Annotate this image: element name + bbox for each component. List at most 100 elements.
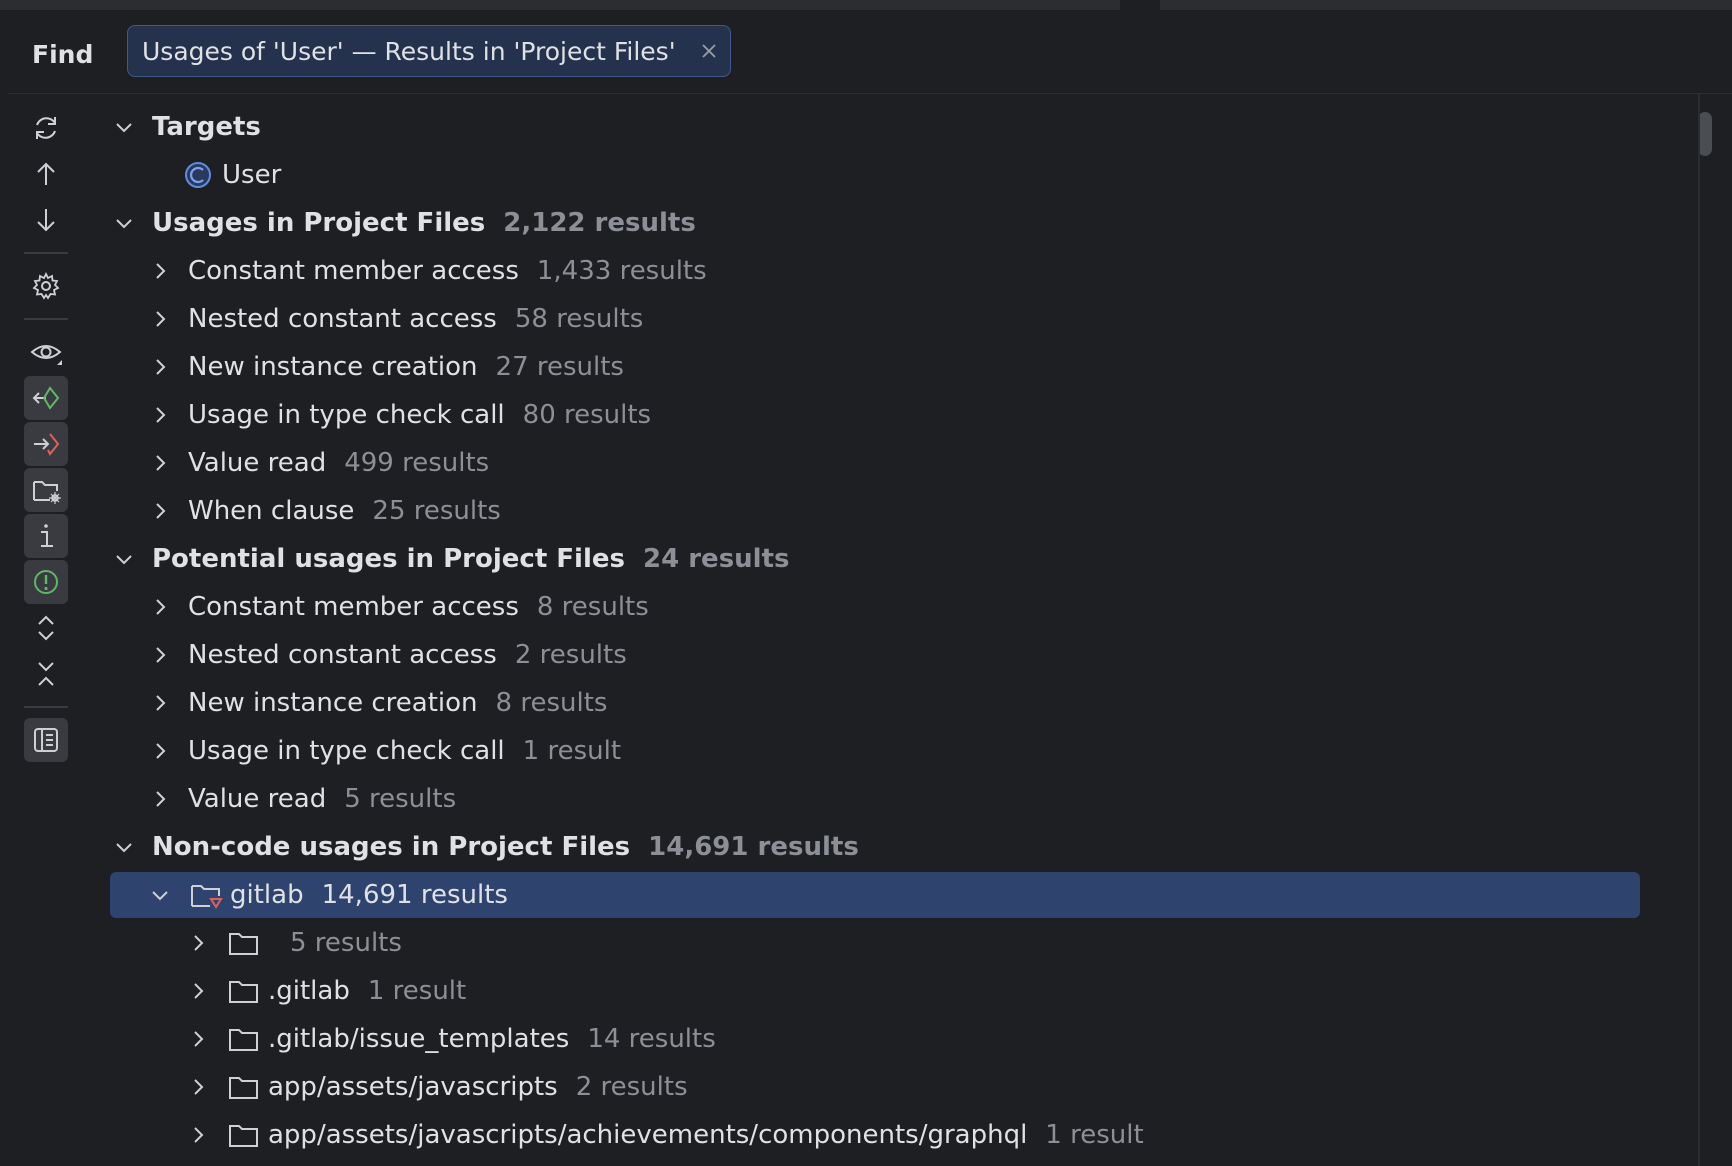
chevron-down-icon[interactable]	[114, 117, 134, 137]
node-label: app/assets/javascripts/achievements/comp…	[268, 1120, 1028, 1150]
chevron-right-icon[interactable]	[150, 693, 170, 713]
tree-node-folder[interactable]: .gitlab/issue_templates 14 results	[188, 1016, 1680, 1062]
previous-occurrence-button[interactable]	[24, 152, 68, 196]
folder-icon	[229, 1077, 258, 1099]
rerun-button[interactable]	[24, 106, 68, 150]
node-count: 8 results	[536, 592, 649, 622]
chevron-right-icon[interactable]	[150, 357, 170, 377]
node-count: 499 results	[344, 448, 490, 478]
tool-window-header: Find Usages of 'User' — Results in 'Proj…	[8, 12, 1732, 94]
chevron-right-icon[interactable]	[150, 453, 170, 473]
chevron-down-icon[interactable]	[114, 213, 134, 233]
chevron-right-icon[interactable]	[188, 1029, 208, 1049]
chevron-right-icon[interactable]	[150, 309, 170, 329]
read-access-toggle[interactable]	[24, 376, 68, 420]
folder-settings-icon	[33, 481, 61, 504]
group-by-directory-toggle[interactable]	[24, 468, 68, 512]
vertical-scrollbar[interactable]	[1698, 112, 1712, 156]
tree-node-usage-group[interactable]: Usage in type check call 80 results	[150, 392, 1680, 438]
tree-node-usage-group[interactable]: Value read 5 results	[150, 776, 1680, 822]
warning-circle-icon	[34, 570, 58, 594]
tree-node-usage-group[interactable]: Nested constant access 2 results	[150, 632, 1680, 678]
chevron-right-icon[interactable]	[188, 933, 208, 953]
node-label: Non-code usages in Project Files	[152, 832, 631, 862]
tree-node-usage-group[interactable]: New instance creation 8 results	[150, 680, 1680, 726]
node-label: .gitlab/issue_templates	[268, 1024, 570, 1054]
node-count: 1 result	[367, 976, 467, 1006]
node-label: Value read	[188, 784, 327, 814]
eye-icon	[30, 345, 62, 365]
tree-node-module-gitlab[interactable]: gitlab 14,691 results	[110, 872, 1640, 918]
tree-node-usage-group[interactable]: Usage in type check call 1 result	[150, 728, 1680, 774]
close-icon[interactable]	[700, 42, 718, 60]
node-count: 14 results	[587, 1024, 716, 1054]
usages-tab[interactable]: Usages of 'User' — Results in 'Project F…	[127, 25, 731, 77]
chevron-right-icon[interactable]	[150, 789, 170, 809]
tool-window-title: Find	[32, 40, 94, 69]
preview-button[interactable]	[24, 330, 68, 374]
chevron-down-icon[interactable]	[114, 549, 134, 569]
settings-button[interactable]	[24, 264, 68, 308]
read-access-icon	[32, 386, 60, 410]
node-count: 14,691 results	[321, 880, 508, 910]
node-count: 24 results	[643, 544, 790, 574]
chevron-right-icon[interactable]	[150, 645, 170, 665]
show-potential-toggle[interactable]	[24, 560, 68, 604]
node-label: Usage in type check call	[188, 736, 505, 766]
node-label: .gitlab	[268, 976, 350, 1006]
tree-node-usages[interactable]: Usages in Project Files 2,122 results	[114, 200, 1654, 246]
node-label: User	[222, 160, 282, 190]
chevron-right-icon[interactable]	[150, 597, 170, 617]
expand-all-button[interactable]	[24, 606, 68, 650]
node-count: 2 results	[575, 1072, 688, 1102]
chevron-right-icon[interactable]	[188, 981, 208, 1001]
chevron-down-icon[interactable]	[150, 885, 170, 905]
folder-icon	[229, 981, 258, 1003]
tree-node-non-code-usages[interactable]: Non-code usages in Project Files 14,691 …	[114, 824, 1654, 870]
usages-tab-label: Usages of 'User' — Results in 'Project F…	[142, 37, 676, 66]
layout-toggle[interactable]	[24, 718, 68, 762]
arrow-down-icon	[37, 209, 55, 232]
node-label: Nested constant access	[188, 304, 497, 334]
folder-icon	[229, 1029, 258, 1051]
tree-node-potential-usages[interactable]: Potential usages in Project Files 24 res…	[114, 536, 1654, 582]
tree-node-usage-group[interactable]: Nested constant access 58 results	[150, 296, 1680, 342]
folder-icon	[229, 933, 258, 955]
tree-node-targets[interactable]: Targets	[114, 104, 1654, 150]
chevron-right-icon[interactable]	[150, 741, 170, 761]
chevron-right-icon[interactable]	[150, 501, 170, 521]
node-label: Value read	[188, 448, 327, 478]
next-occurrence-button[interactable]	[24, 198, 68, 242]
node-count: 2 results	[514, 640, 627, 670]
node-label: New instance creation	[188, 352, 478, 382]
tree-node-usage-group[interactable]: Constant member access 1,433 results	[150, 248, 1680, 294]
write-access-toggle[interactable]	[24, 422, 68, 466]
chevron-right-icon[interactable]	[150, 261, 170, 281]
node-count: 1,433 results	[536, 256, 707, 286]
collapse-all-button[interactable]	[24, 652, 68, 696]
tree-node-folder[interactable]: 5 results	[188, 920, 1680, 966]
tree-node-usage-group[interactable]: Value read 499 results	[150, 440, 1680, 486]
arrow-up-icon	[37, 162, 55, 185]
info-toggle[interactable]	[24, 514, 68, 558]
target-item-user[interactable]: User	[180, 152, 1680, 198]
rerun-icon	[36, 117, 56, 139]
panel-divider	[1698, 94, 1700, 1166]
node-count: 14,691 results	[648, 832, 859, 862]
expand-all-icon	[38, 615, 54, 641]
chevron-down-icon[interactable]	[114, 837, 134, 857]
tree-node-folder[interactable]: .gitlab 1 result	[188, 968, 1680, 1014]
usage-tree[interactable]: Targets User Usages in Project Files 2,1…	[100, 94, 1680, 1166]
chevron-right-icon[interactable]	[150, 405, 170, 425]
node-label: Constant member access	[188, 592, 519, 622]
chevron-right-icon[interactable]	[188, 1077, 208, 1097]
tree-node-usage-group[interactable]: New instance creation 27 results	[150, 344, 1680, 390]
tree-node-folder[interactable]: app/assets/javascripts 2 results	[188, 1064, 1680, 1110]
side-toolbar	[8, 94, 92, 1166]
chevron-right-icon[interactable]	[188, 1125, 208, 1145]
tree-node-usage-group[interactable]: When clause 25 results	[150, 488, 1680, 534]
node-label: gitlab	[230, 880, 304, 910]
tree-node-usage-group[interactable]: Constant member access 8 results	[150, 584, 1680, 630]
node-count: 1 result	[522, 736, 622, 766]
tree-node-folder[interactable]: app/assets/javascripts/achievements/comp…	[188, 1112, 1680, 1158]
